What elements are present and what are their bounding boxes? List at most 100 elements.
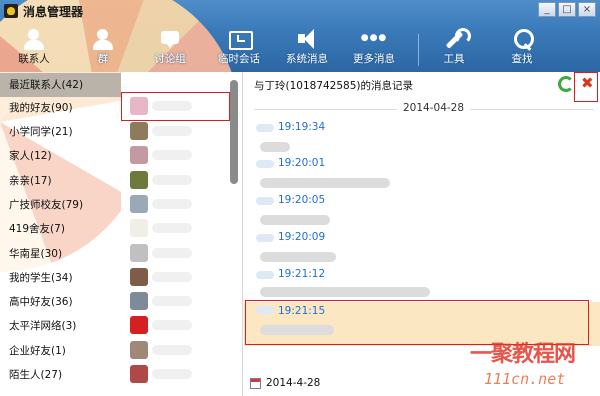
contact-name-blurred <box>152 272 192 282</box>
group-business-friends[interactable]: 企业好友(1) <box>0 339 121 363</box>
person-icon <box>6 28 62 52</box>
message-time: 19:20:09 <box>278 231 326 243</box>
tab-system-messages[interactable]: 系统消息 <box>279 28 335 70</box>
contact-item[interactable] <box>130 290 230 314</box>
group-recent-contacts[interactable]: 最近联系人(42) <box>0 73 121 97</box>
avatar <box>130 195 148 213</box>
tab-tools-label: 工具 <box>443 53 465 65</box>
contact-name-blurred <box>152 223 192 233</box>
group-alumni[interactable]: 广技师校友(79) <box>0 193 121 217</box>
avatar <box>130 122 148 140</box>
group-highschool-friends[interactable]: 高中好友(36) <box>0 290 121 314</box>
message-text-blurred <box>260 252 336 262</box>
header-banner: 消息管理器 _ □ × 联系人 群 讨论组 临时会话 系统消息 ●●● 更多消息… <box>0 0 600 72</box>
message-text-blurred <box>260 215 330 225</box>
message-history-title: 与丁玲(1018742585)的消息记录 <box>254 80 413 92</box>
group-roommates[interactable]: 419舍友(7) <box>0 217 121 241</box>
contact-item[interactable] <box>130 266 230 290</box>
avatar <box>130 171 148 189</box>
message-item: 19:20:09 <box>244 230 600 268</box>
contact-item[interactable] <box>130 314 230 338</box>
contact-item[interactable] <box>130 217 230 241</box>
contact-item[interactable] <box>130 193 230 217</box>
window-controls: _ □ × <box>538 2 596 17</box>
avatar <box>130 146 148 164</box>
contact-name-blurred <box>152 248 192 258</box>
tab-groups-label: 群 <box>97 53 109 65</box>
window-title: 消息管理器 <box>23 4 84 19</box>
minimize-button[interactable]: _ <box>538 2 556 17</box>
group-my-students[interactable]: 我的学生(34) <box>0 266 121 290</box>
group-dear[interactable]: 亲亲(17) <box>0 169 121 193</box>
message-time: 19:20:05 <box>278 194 326 206</box>
temp-chat-icon <box>211 28 267 52</box>
contact-item[interactable] <box>130 242 230 266</box>
message-time: 19:19:34 <box>278 121 326 133</box>
maximize-button[interactable]: □ <box>558 2 576 17</box>
message-text-blurred <box>260 287 430 297</box>
message-time: 19:21:12 <box>278 268 326 280</box>
date-header: 2014-04-28 <box>397 102 471 114</box>
avatar <box>130 244 148 262</box>
watermark-logo: 一聚教程网 <box>470 341 576 367</box>
group-primary-classmates[interactable]: 小学同学(21) <box>0 120 121 144</box>
sender-name-blurred <box>256 160 274 168</box>
wrench-icon <box>426 28 482 52</box>
refresh-icon[interactable] <box>558 76 574 92</box>
watermark-url: 111cn.net <box>484 370 566 388</box>
message-time: 19:20:01 <box>278 157 326 169</box>
tab-more-messages-label: 更多消息 <box>353 53 395 65</box>
avatar <box>130 365 148 383</box>
group-pacific-network[interactable]: 太平洋网络(3) <box>0 314 121 338</box>
sender-name-blurred <box>256 124 274 132</box>
contact-name-blurred <box>152 369 192 379</box>
tab-tools[interactable]: 工具 <box>426 28 482 70</box>
contact-list-scrollbar[interactable] <box>230 80 238 184</box>
speaker-icon <box>279 28 335 52</box>
toolbar-divider <box>418 34 419 66</box>
tab-discussions-label: 讨论组 <box>154 53 186 65</box>
annotation-box-contact <box>121 92 230 121</box>
group-my-friends[interactable]: 我的好友(90) <box>0 96 121 120</box>
tab-temp-chat-label: 临时会话 <box>218 53 260 65</box>
message-item: 19:19:34 <box>244 120 600 156</box>
close-window-button[interactable]: × <box>578 2 596 17</box>
tab-contacts-label: 联系人 <box>18 53 50 65</box>
contact-item[interactable] <box>130 363 230 387</box>
contact-name-blurred <box>152 320 192 330</box>
contact-item[interactable] <box>130 169 230 193</box>
contact-name-blurred <box>152 150 192 160</box>
group-strangers[interactable]: 陌生人(27) <box>0 363 121 387</box>
avatar <box>130 316 148 334</box>
message-item: 19:20:01 <box>244 156 600 194</box>
sender-name-blurred <box>256 271 274 279</box>
watermark: 一聚教程网 111cn.net <box>470 336 596 392</box>
avatar <box>130 292 148 310</box>
tab-search[interactable]: 查找 <box>494 28 550 70</box>
contact-item[interactable] <box>130 120 230 144</box>
message-item: 19:21:12 <box>244 267 600 303</box>
annotation-box-delete <box>574 72 598 102</box>
group-icon <box>75 28 131 52</box>
contact-name-blurred <box>152 296 192 306</box>
tab-more-messages[interactable]: 更多消息 <box>346 28 402 70</box>
tab-contacts[interactable]: 联系人 <box>6 28 62 70</box>
avatar <box>130 219 148 237</box>
contact-name-blurred <box>152 126 192 136</box>
contact-item[interactable] <box>130 339 230 363</box>
group-huanan-star[interactable]: 华南星(30) <box>0 242 121 266</box>
tab-groups[interactable]: 群 <box>75 28 131 70</box>
footer-date-text: 2014-4-28 <box>266 377 321 389</box>
tab-discussions[interactable]: 讨论组 <box>142 28 198 70</box>
group-family[interactable]: 家人(12) <box>0 144 121 168</box>
toolbar: 联系人 群 讨论组 临时会话 系统消息 更多消息 工具 查找 <box>0 28 600 70</box>
contact-item[interactable] <box>130 144 230 168</box>
tab-temp-chat[interactable]: 临时会话 <box>211 28 267 70</box>
avatar <box>130 341 148 359</box>
discussion-icon <box>142 28 198 52</box>
contact-name-blurred <box>152 345 192 355</box>
contact-name-blurred <box>152 175 192 185</box>
sender-name-blurred <box>256 197 274 205</box>
contact-name-blurred <box>152 199 192 209</box>
footer-date-picker[interactable]: 2014-4-28 <box>250 377 320 389</box>
